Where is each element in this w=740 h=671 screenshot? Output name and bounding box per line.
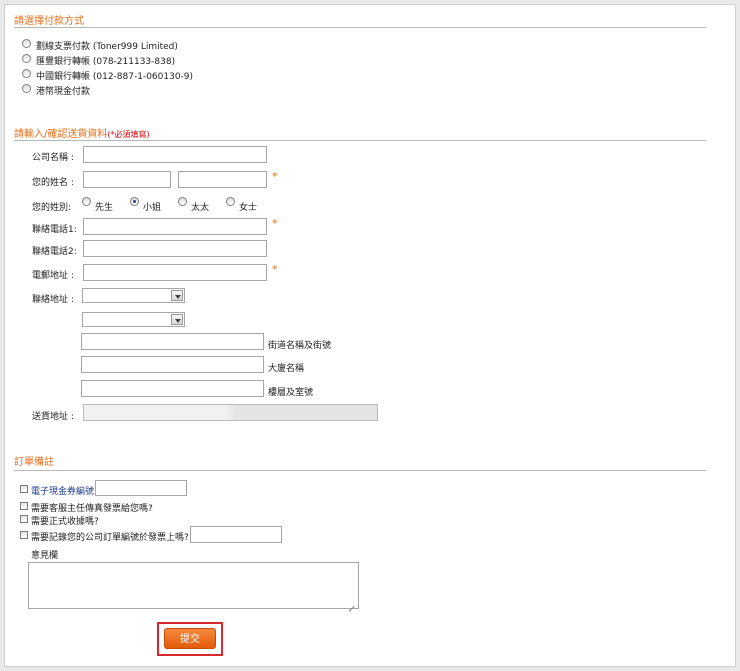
salutation-ms-radio[interactable] [226, 197, 235, 206]
po-number-checkbox[interactable] [20, 531, 28, 539]
submit-button[interactable]: 提交 [164, 628, 216, 649]
building-input[interactable] [81, 356, 264, 373]
payment-option-hsbc-radio[interactable] [22, 54, 31, 63]
salutation-ms-label: 女士 [239, 203, 258, 213]
payment-option-cheque-radio[interactable] [22, 39, 31, 48]
notes-divider [14, 470, 706, 471]
salutation-miss-label: 小姐 [143, 203, 162, 213]
floor-label: 樓層及室號 [268, 388, 314, 398]
payment-option-cash-label: 港幣現金付款 [36, 87, 91, 97]
payment-option-hsbc-label: 匯豐銀行轉帳 (078-211133-838) [36, 57, 176, 67]
last-name-input[interactable] [83, 171, 171, 188]
company-input[interactable] [83, 146, 267, 163]
phone1-required-star: * [272, 217, 278, 230]
first-name-input[interactable] [178, 171, 267, 188]
company-label: 公司名稱 : [32, 153, 74, 163]
district-select[interactable] [82, 288, 185, 303]
notes-section-title: 訂單備註 [14, 457, 54, 468]
salutation-mrs-label: 太太 [191, 203, 210, 213]
chevron-down-icon [171, 314, 183, 325]
email-input[interactable] [83, 264, 267, 281]
salutation-label: 您的姓別: [32, 203, 72, 213]
comments-textarea[interactable] [28, 562, 359, 609]
receipt-checkbox[interactable] [20, 515, 28, 523]
street-input[interactable] [81, 333, 264, 350]
payment-option-cash-radio[interactable] [22, 84, 31, 93]
ship-address-label: 送貨地址 : [32, 412, 74, 422]
phone2-label: 聯絡電話2: [32, 247, 77, 257]
po-number-label: 需要記錄您的公司訂單編號於發票上嗎? [31, 533, 189, 543]
salutation-miss-radio[interactable] [130, 197, 139, 206]
area-select[interactable] [82, 312, 185, 327]
street-label: 街道名稱及街號 [268, 341, 332, 351]
fax-invoice-checkbox[interactable] [20, 502, 28, 510]
salutation-mr-label: 先生 [95, 203, 114, 213]
phone1-label: 聯絡電話1: [32, 225, 77, 235]
coupon-checkbox[interactable] [20, 485, 28, 493]
receipt-label: 需要正式收據嗎? [31, 517, 99, 527]
payment-section-title: 請選擇付款方式 [14, 16, 84, 27]
payment-option-cheque-label: 劃線支票付款 (Toner999 Limited) [36, 42, 178, 52]
fax-invoice-label: 需要客服主任傳真發票給您嗎? [31, 504, 153, 514]
required-note: (*必須填寫) [107, 130, 150, 139]
floor-input[interactable] [81, 380, 264, 397]
name-required-star: * [272, 170, 278, 183]
phone2-input[interactable] [83, 240, 267, 257]
po-number-input[interactable] [190, 526, 282, 543]
payment-option-boc-label: 中國銀行轉帳 (012-887-1-060130-9) [36, 72, 194, 82]
delivery-title-text: 請輸入/確認送貨資料 [14, 129, 108, 140]
coupon-label[interactable]: 電子現金券編號 [31, 484, 94, 497]
salutation-mr-radio[interactable] [82, 197, 91, 206]
payment-option-boc-radio[interactable] [22, 69, 31, 78]
address-label: 聯絡地址 : [32, 295, 74, 305]
ship-address-input [83, 404, 378, 421]
coupon-input[interactable] [95, 480, 187, 496]
email-required-star: * [272, 263, 278, 276]
payment-divider [14, 27, 706, 28]
resize-grip-icon[interactable] [349, 599, 357, 607]
phone1-input[interactable] [83, 218, 267, 235]
comments-label: 意見欄 [31, 551, 59, 561]
building-label: 大廈名稱 [268, 364, 305, 374]
salutation-mrs-radio[interactable] [178, 197, 187, 206]
delivery-section-title: 請輸入/確認送貨資料(*必須填寫) [14, 125, 150, 140]
name-label: 您的姓名 : [32, 178, 74, 188]
email-label: 電郵地址 : [32, 271, 74, 281]
delivery-divider [14, 140, 706, 141]
chevron-down-icon [171, 290, 183, 301]
